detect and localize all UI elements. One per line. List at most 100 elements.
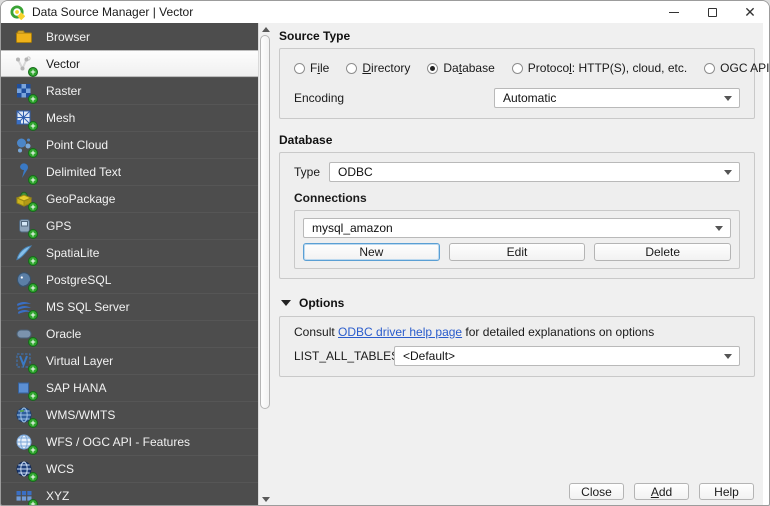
sidebar-item-vector[interactable]: + Vector [1, 50, 258, 77]
radio-ogc-api[interactable]: OGC API [704, 61, 769, 75]
maximize-icon [707, 7, 717, 17]
virtual-layer-icon: + [14, 351, 38, 374]
gps-icon: + [14, 216, 38, 239]
radio-label: OGC API [720, 61, 770, 75]
type-label: Type [294, 165, 321, 179]
sidebar-item-label: GPS [46, 219, 72, 233]
sidebar-item-label: Raster [46, 84, 82, 98]
radio-protocol-http-s-cloud-etc[interactable]: Protocol: HTTP(S), cloud, etc. [511, 61, 687, 75]
sidebar-item-label: WCS [46, 462, 74, 476]
sidebar-item-label: SAP HANA [46, 381, 107, 395]
sidebar-item-label: Oracle [46, 327, 82, 341]
sidebar-item-geopackage[interactable]: + GeoPackage [1, 185, 258, 212]
wcs-icon: + [14, 459, 38, 482]
source-type-heading: Source Type [279, 29, 351, 43]
database-heading: Database [279, 133, 333, 147]
window-title: Data Source Manager | Vector [32, 5, 194, 19]
sidebar-item-raster[interactable]: + Raster [1, 77, 258, 104]
database-type-value: ODBC [338, 165, 373, 179]
point-cloud-icon: + [14, 135, 38, 158]
add-plus-icon: + [28, 229, 38, 239]
dropdown-arrow-icon [724, 96, 732, 105]
maximize-button[interactable] [693, 1, 731, 23]
footer-close-button[interactable]: Close [569, 483, 624, 500]
footer-help-button[interactable]: Help [699, 483, 754, 500]
sidebar-item-delimited-text[interactable]: + Delimited Text [1, 158, 258, 185]
xyz-icon: + [14, 486, 38, 505]
sidebar-item-wcs[interactable]: + WCS [1, 455, 258, 482]
source-type-sidebar: Browser + Vector + Raster + Mesh + Point Cloud + D… [1, 23, 258, 505]
sidebar-item-virtual-layer[interactable]: + Virtual Layer [1, 347, 258, 374]
database-type-select[interactable]: ODBC [329, 162, 740, 182]
new-button[interactable]: New [303, 243, 440, 261]
connection-select[interactable]: mysql_amazon [303, 218, 731, 238]
encoding-select[interactable]: Automatic [494, 88, 740, 108]
sidebar-item-label: Virtual Layer [46, 354, 114, 368]
radio-directory[interactable]: Directory [346, 61, 410, 75]
sidebar-item-label: Vector [46, 56, 81, 71]
options-header[interactable]: Options [281, 295, 755, 311]
sidebar-item-label: WMS/WMTS [46, 408, 116, 422]
add-plus-icon: + [28, 175, 38, 185]
raster-icon: + [14, 81, 38, 104]
wms-icon: + [14, 405, 38, 428]
add-plus-icon: + [28, 337, 38, 347]
dropdown-arrow-icon [724, 170, 732, 179]
footer-add-button[interactable]: Add [634, 483, 689, 500]
edit-button[interactable]: Edit [448, 243, 586, 261]
add-plus-icon: + [28, 66, 38, 77]
source-type-group: File Directory Database Protocol: HTTP(S), … [279, 48, 769, 119]
radio-database[interactable]: Database [427, 61, 495, 75]
arrow-up-icon [261, 23, 270, 32]
sidebar-item-mesh[interactable]: + Mesh [1, 104, 258, 131]
sidebar-item-gps[interactable]: + GPS [1, 212, 258, 239]
add-plus-icon: + [28, 283, 38, 293]
window-controls: ✕ [655, 1, 769, 23]
sidebar-item-browser[interactable]: Browser [1, 23, 258, 50]
encoding-label: Encoding [294, 91, 345, 105]
sidebar-item-postgresql[interactable]: + PostgreSQL [1, 266, 258, 293]
titlebar: Data Source Manager | Vector ✕ [1, 1, 769, 23]
close-button[interactable]: ✕ [731, 1, 769, 23]
odbc-help-link[interactable]: ODBC driver help page [338, 325, 462, 339]
sidebar-item-label: Mesh [46, 111, 76, 125]
list-all-tables-label: LIST_ALL_TABLES [294, 349, 400, 363]
geopackage-icon: + [14, 189, 38, 212]
add-plus-icon: + [28, 202, 38, 212]
radio-label: Directory [362, 61, 411, 75]
delete-button[interactable]: Delete [594, 243, 732, 261]
consult-text: Consult ODBC driver help page for detail… [294, 325, 740, 339]
add-plus-icon: + [28, 94, 38, 104]
sidebar-item-wms-wmts[interactable]: + WMS/WMTS [1, 401, 258, 428]
sidebar-item-label: Delimited Text [46, 165, 122, 179]
scrollbar-thumb[interactable] [260, 35, 270, 409]
connections-heading: Connections [294, 191, 367, 205]
sidebar-scrollbar[interactable] [258, 23, 271, 505]
dropdown-arrow-icon [724, 354, 732, 363]
radio-file[interactable]: File [294, 61, 329, 75]
sidebar-item-spatialite[interactable]: + SpatiaLite [1, 239, 258, 266]
minimize-button[interactable] [655, 1, 693, 23]
add-plus-icon: + [28, 148, 38, 158]
radio-unselected-icon [704, 62, 716, 74]
spatialite-icon: + [14, 243, 38, 266]
radio-unselected-icon [346, 62, 358, 74]
source-type-radio-row: File Directory Database Protocol: HTTP(S), … [294, 61, 769, 75]
vector-icon: + [14, 54, 38, 77]
delimited-text-icon: + [14, 162, 38, 185]
sidebar-item-oracle[interactable]: + Oracle [1, 320, 258, 347]
add-plus-icon: + [28, 256, 38, 266]
sidebar-item-point-cloud[interactable]: + Point Cloud [1, 131, 258, 158]
connections-frame: mysql_amazon New Edit Delete [294, 210, 740, 269]
consult-text-pre: Consult [294, 325, 339, 339]
minimize-icon [669, 11, 679, 13]
add-plus-icon: + [28, 499, 38, 505]
add-plus-icon: + [28, 310, 38, 320]
radio-unselected-icon [511, 62, 523, 74]
list-all-tables-select[interactable]: <Default> [394, 346, 740, 366]
sidebar-item-xyz[interactable]: + XYZ [1, 482, 258, 505]
sidebar-item-wfs-ogc-api-features[interactable]: + WFS / OGC API - Features [1, 428, 258, 455]
radio-label: File [310, 61, 330, 75]
sidebar-item-ms-sql-server[interactable]: + MS SQL Server [1, 293, 258, 320]
sidebar-item-sap-hana[interactable]: + SAP HANA [1, 374, 258, 401]
